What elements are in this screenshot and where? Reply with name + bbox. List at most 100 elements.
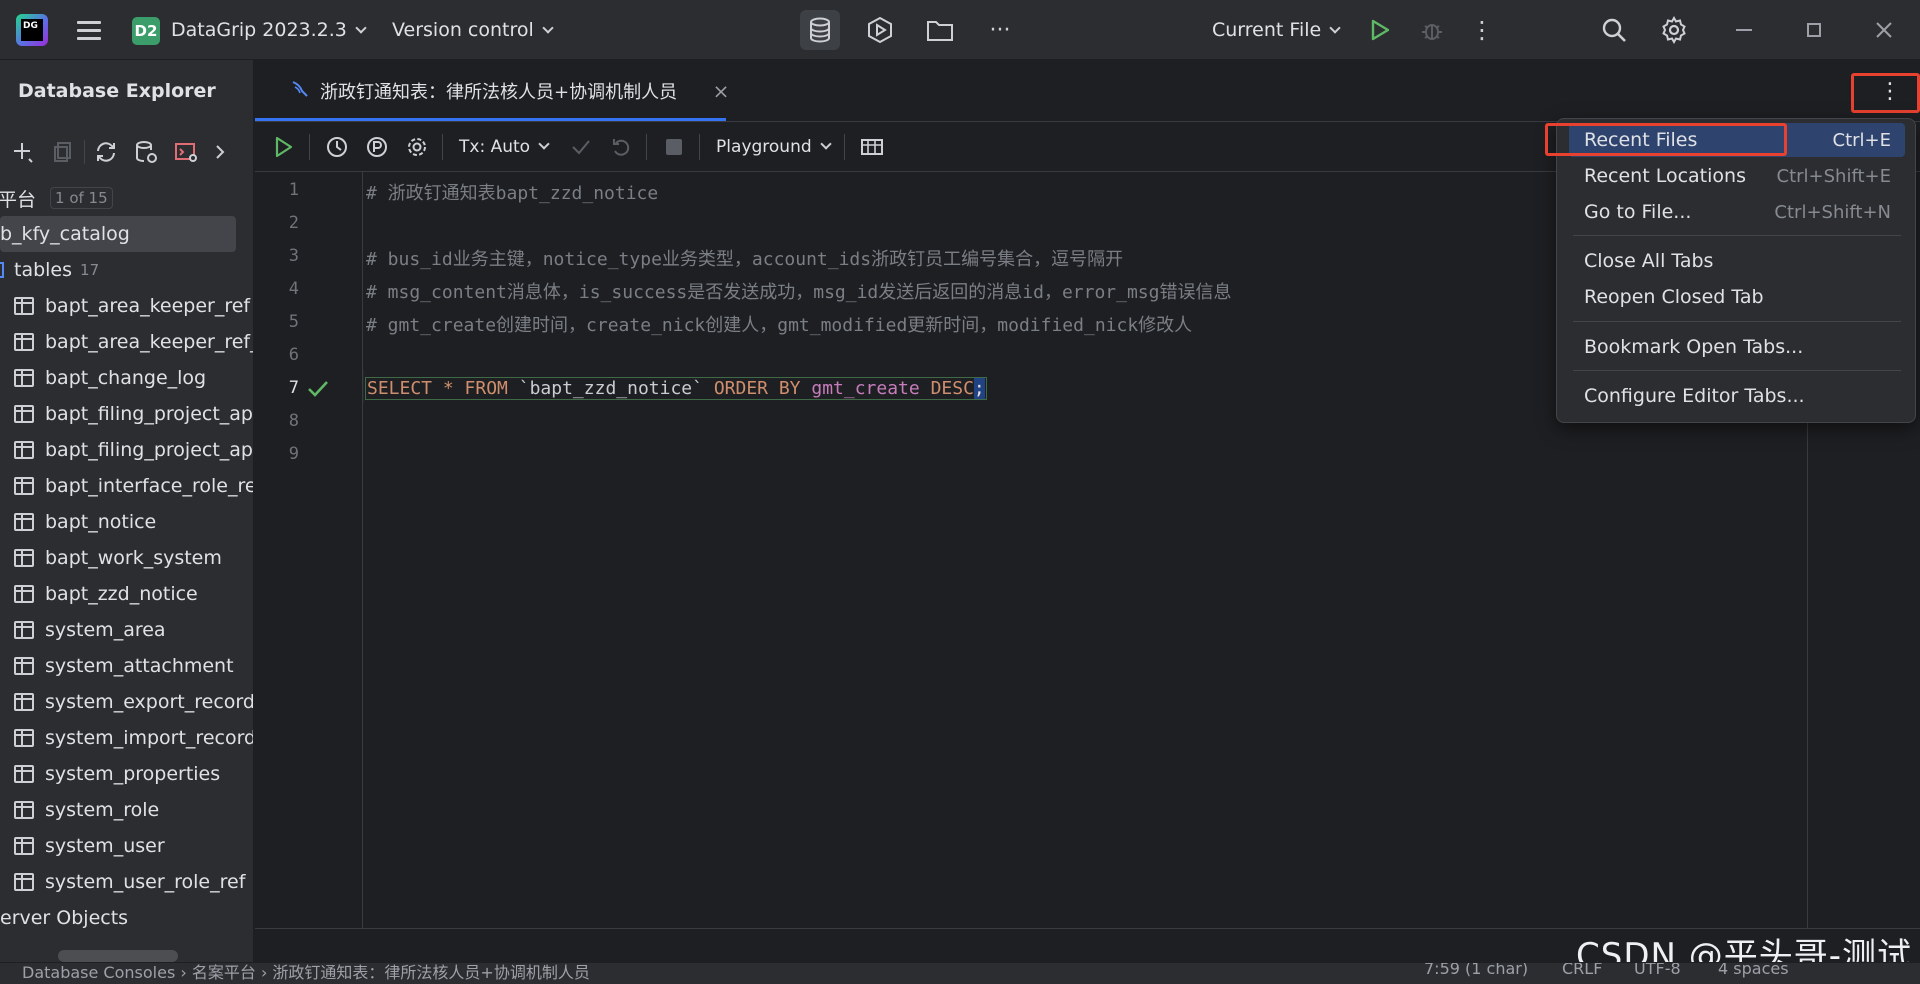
table-node[interactable]: system_import_record [0, 720, 253, 756]
server-objects-node[interactable]: erver Objects [0, 900, 253, 936]
run-config-selector[interactable]: Current File [1212, 0, 1341, 60]
tx-label: Tx: Auto [459, 136, 531, 157]
caret-position[interactable]: 7:59 (1 char) [1424, 963, 1528, 978]
tables-folder[interactable]: tables 17 [0, 252, 253, 288]
search-icon[interactable] [1594, 10, 1634, 50]
menu-item-configure-editor-tabs[interactable]: Configure Editor Tabs... [1569, 379, 1905, 413]
transaction-mode-dropdown[interactable]: Tx: Auto [459, 136, 550, 157]
line-number: 3 [288, 246, 299, 266]
table-name: bapt_change_log [45, 367, 207, 389]
table-node[interactable]: system_role [0, 792, 253, 828]
commit-icon[interactable] [562, 128, 600, 166]
table-name: bapt_area_keeper_ref [45, 295, 251, 317]
table-node[interactable]: system_attachment [0, 648, 253, 684]
folder-icon[interactable] [920, 10, 960, 50]
table-node[interactable]: bapt_filing_project_app [0, 396, 253, 432]
copy-icon[interactable] [46, 135, 80, 169]
add-icon[interactable] [6, 135, 40, 169]
code-line-1: # 浙政钉通知表bapt_zzd_notice [366, 183, 659, 204]
active-tab-indicator [255, 118, 726, 121]
menu-item-bookmark-open-tabs[interactable]: Bookmark Open Tabs... [1569, 330, 1905, 364]
schema-node[interactable]: 平台 1 of 15 [0, 180, 253, 216]
divider [442, 133, 443, 160]
restore-icon[interactable] [1786, 0, 1842, 60]
chevron-down-icon [355, 21, 367, 34]
parameters-icon[interactable] [358, 128, 396, 166]
horizontal-scrollbar[interactable] [58, 950, 178, 962]
gear-icon[interactable] [1654, 10, 1694, 50]
table-node[interactable]: bapt_area_keeper_ref [0, 288, 253, 324]
table-icon [14, 873, 34, 891]
file-encoding[interactable]: UTF-8 [1634, 963, 1681, 978]
menu-item-label: Close All Tabs [1584, 250, 1714, 272]
sql-statement[interactable]: SELECT * FROM `bapt_zzd_notice` ORDER BY… [365, 377, 987, 400]
vcs-label: Version control [392, 19, 534, 41]
line-number: 6 [288, 345, 299, 365]
indent-setting[interactable]: 4 spaces [1718, 963, 1789, 978]
close-tab-icon[interactable]: × [712, 81, 730, 101]
rollback-icon[interactable] [602, 128, 640, 166]
code-line-5: # gmt_create创建时间，create_nick创建人，gmt_modi… [366, 315, 1193, 336]
status-breadcrumb[interactable]: Database Consoles › 名案平台 › 浙政钉通知表：律所法核人员… [22, 963, 590, 983]
tables-label: tables [14, 259, 73, 281]
history-icon[interactable] [318, 128, 356, 166]
executed-check-icon[interactable] [307, 380, 329, 403]
menu-separator [1573, 321, 1901, 322]
run-icon[interactable] [1360, 10, 1400, 50]
chevron-right-icon[interactable] [203, 135, 237, 169]
results-layout-icon[interactable] [853, 128, 891, 166]
datasource-properties-icon[interactable] [129, 135, 163, 169]
menu-item-go-to-file[interactable]: Go to File... Ctrl+Shift+N [1569, 195, 1905, 229]
minimize-icon[interactable] [1716, 0, 1772, 60]
table-node[interactable]: system_area [0, 612, 253, 648]
debug-icon[interactable] [1412, 10, 1452, 50]
vcs-selector[interactable]: Version control [392, 0, 554, 60]
highlight-box [1851, 73, 1920, 113]
settings-icon[interactable] [398, 128, 436, 166]
table-node[interactable]: bapt_interface_role_ref [0, 468, 253, 504]
chevron-down-icon [542, 21, 554, 34]
menu-item-reopen-closed-tab[interactable]: Reopen Closed Tab [1569, 280, 1905, 314]
tab-actions-menu: Recent Files Ctrl+E Recent Locations Ctr… [1556, 118, 1916, 423]
catalog-node[interactable]: b_kfy_catalog [0, 216, 236, 252]
table-node[interactable]: bapt_notice [0, 504, 253, 540]
server-objects-label: erver Objects [0, 907, 129, 929]
main-menu-icon[interactable] [74, 0, 104, 60]
services-icon[interactable] [860, 10, 900, 50]
app-logo[interactable]: DG [16, 14, 48, 46]
playground-dropdown[interactable]: Playground [716, 137, 832, 157]
menu-item-recent-locations[interactable]: Recent Locations Ctrl+Shift+E [1569, 159, 1905, 193]
folder-icon [0, 262, 4, 278]
line-separator[interactable]: CRLF [1562, 963, 1602, 978]
table-icon [14, 657, 34, 675]
table-node[interactable]: system_properties [0, 756, 253, 792]
console-icon[interactable] [169, 135, 203, 169]
table-icon [14, 405, 34, 423]
menu-item-shortcut: Ctrl+Shift+N [1774, 201, 1891, 223]
execute-icon[interactable] [265, 128, 303, 166]
line-number: 8 [288, 411, 299, 431]
table-node[interactable]: bapt_work_system [0, 540, 253, 576]
kebab-icon[interactable]: ⋮ [1462, 10, 1502, 50]
table-node[interactable]: system_user_role_ref [0, 864, 253, 900]
table-node[interactable]: system_export_record [0, 684, 253, 720]
editor-tab[interactable]: 浙政钉通知表：律所法核人员+协调机制人员 × [270, 60, 730, 122]
refresh-icon[interactable] [89, 135, 123, 169]
table-node[interactable]: bapt_change_log [0, 360, 253, 396]
menu-item-label: Recent Locations [1584, 165, 1746, 187]
project-selector[interactable]: DataGrip 2023.2.3 [171, 0, 367, 60]
table-node[interactable]: bapt_filing_project_app [0, 432, 253, 468]
menu-item-close-all-tabs[interactable]: Close All Tabs [1569, 244, 1905, 278]
stop-icon[interactable] [655, 128, 693, 166]
table-node[interactable]: bapt_area_keeper_ref_ [0, 324, 253, 360]
database-icon[interactable] [800, 10, 840, 50]
project-badge[interactable]: D2 [132, 17, 160, 45]
sql-table-name: `bapt_zzd_notice` [507, 378, 714, 399]
table-node[interactable]: bapt_zzd_notice [0, 576, 253, 612]
pager-badge[interactable]: 1 of 15 [50, 187, 113, 209]
table-icon [14, 549, 34, 567]
more-icon[interactable]: ··· [980, 10, 1020, 50]
close-icon[interactable] [1856, 0, 1912, 60]
table-node[interactable]: system_user [0, 828, 253, 864]
table-name: system_attachment [45, 655, 234, 677]
